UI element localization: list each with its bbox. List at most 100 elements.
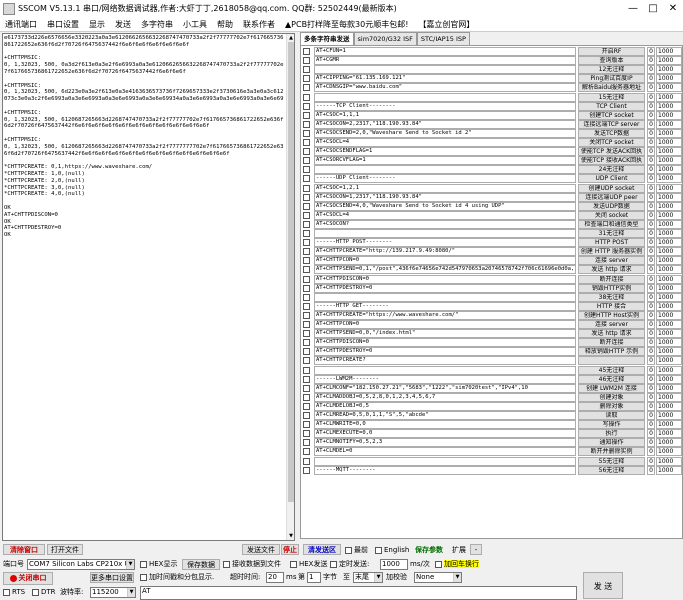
command-send-button[interactable]: 查询版本 (578, 56, 645, 66)
receive-area[interactable]: e6173733d226e6576656e3320223a0a3e6120662… (2, 33, 295, 541)
command-input[interactable]: AT+CLMWRITE=0,0 (314, 420, 576, 430)
save-params-button[interactable]: 保存参数 (415, 545, 443, 555)
command-order-input[interactable]: 0 (647, 138, 655, 147)
command-send-button[interactable]: UDP Client (578, 174, 645, 184)
command-send-button[interactable]: 释放销毁HTTP 示例 (578, 347, 645, 357)
command-order-input[interactable]: 0 (647, 174, 655, 184)
command-send-button[interactable]: 发送TCP数据 (578, 128, 645, 138)
command-send-button[interactable]: 创建UDP socket (578, 183, 645, 193)
command-send-button[interactable]: 连接远端UDP peer (578, 192, 645, 202)
command-input[interactable]: AT+CHTTPSEND=0,1,"/post",436f6e74656e742… (314, 265, 576, 275)
command-input[interactable]: AT+CLMDEL=0 (314, 447, 576, 457)
menu-display[interactable]: 显示 (84, 19, 110, 30)
command-delay-input[interactable]: 1000 (656, 56, 682, 66)
command-checkbox[interactable] (303, 321, 310, 328)
command-order-input[interactable]: 0 (647, 465, 655, 475)
command-order-input[interactable]: 0 (647, 374, 655, 384)
command-checkbox[interactable] (303, 393, 310, 401)
command-order-input[interactable]: 0 (647, 47, 655, 56)
command-send-button[interactable]: 38无注释 (578, 292, 645, 302)
command-input[interactable]: AT+CFUN=1 (314, 47, 576, 56)
command-checkbox[interactable] (303, 330, 310, 338)
command-send-button[interactable]: 断开连接 (578, 338, 645, 348)
command-checkbox[interactable] (303, 93, 310, 101)
command-delay-input[interactable]: 1000 (656, 356, 682, 366)
command-checkbox[interactable] (303, 257, 310, 265)
menu-official-site[interactable]: 【嘉立创官网】 (413, 19, 479, 30)
command-send-button[interactable]: 56无注释 (578, 465, 645, 475)
command-input[interactable]: AT+CSOCSEND=4,0,"Waveshare Send to Socke… (314, 201, 576, 211)
command-send-button[interactable]: 读取 (578, 411, 645, 420)
command-send-button[interactable]: 关闭TCP socket (578, 138, 645, 147)
command-order-input[interactable]: 0 (647, 338, 655, 348)
command-send-button[interactable]: 创建 LWM2M 连接 (578, 383, 645, 393)
command-checkbox[interactable] (303, 102, 310, 110)
recv-to-file-checkbox[interactable]: 接收数据到文件 (223, 559, 281, 569)
command-delay-input[interactable]: 1000 (656, 174, 682, 184)
command-order-input[interactable]: 0 (647, 101, 655, 111)
command-checkbox[interactable] (303, 412, 310, 419)
command-delay-input[interactable]: 1000 (656, 301, 682, 311)
command-input[interactable]: AT+CHTTPDISCON=0 (314, 338, 576, 348)
command-send-button[interactable]: 创建 HTTP 服务器实例 (578, 247, 645, 257)
command-send-button[interactable]: 24无注释 (578, 165, 645, 175)
command-send-button[interactable]: HTTP 接合 (578, 301, 645, 311)
command-order-input[interactable]: 0 (647, 119, 655, 129)
command-input[interactable]: ------HTTP POST-------- (314, 238, 576, 248)
command-order-input[interactable]: 0 (647, 65, 655, 75)
command-checkbox[interactable] (303, 421, 310, 429)
command-delay-input[interactable]: 1000 (656, 329, 682, 339)
command-send-button[interactable]: Ping测试百度IP (578, 74, 645, 84)
command-send-button[interactable]: 55无注释 (578, 456, 645, 466)
command-input[interactable] (314, 229, 576, 238)
command-delay-input[interactable]: 1000 (656, 65, 682, 75)
command-delay-input[interactable]: 1000 (656, 320, 682, 329)
command-order-input[interactable]: 0 (647, 274, 655, 284)
command-checkbox[interactable] (303, 184, 310, 192)
rts-box[interactable] (3, 588, 10, 596)
command-send-button[interactable]: 12无注释 (578, 65, 645, 75)
command-send-button[interactable]: 检查端口和通信类型 (578, 219, 645, 229)
menu-help[interactable]: 帮助 (212, 19, 238, 30)
command-delay-input[interactable]: 1000 (656, 438, 682, 448)
recv-to-file-box[interactable] (223, 560, 230, 568)
command-send-button[interactable]: 发送 http 请求 (578, 329, 645, 339)
command-checkbox[interactable] (303, 348, 310, 356)
command-send-button[interactable]: 连接 server (578, 320, 645, 329)
command-checkbox[interactable] (303, 239, 310, 247)
command-order-input[interactable]: 0 (647, 256, 655, 266)
command-checkbox[interactable] (303, 157, 310, 165)
command-delay-input[interactable]: 1000 (656, 247, 682, 257)
clear-send-button[interactable]: 清发送区 (303, 544, 341, 555)
command-delay-input[interactable]: 1000 (656, 310, 682, 320)
command-input[interactable]: ------TCP Client-------- (314, 101, 576, 111)
send-file-button[interactable]: 发送文件 (242, 544, 280, 555)
command-order-input[interactable]: 0 (647, 347, 655, 357)
command-input[interactable]: AT+CHTTPDESTROY=0 (314, 283, 576, 293)
chevron-down-icon[interactable]: ▼ (453, 573, 461, 582)
command-checkbox[interactable] (303, 357, 310, 365)
command-checkbox[interactable] (303, 284, 310, 292)
command-send-button[interactable]: 解析Baidu服务器地址 (578, 83, 645, 93)
end-select[interactable]: 末尾 ▼ (353, 572, 383, 583)
port-select[interactable]: COM7 Silicon Labs CP210x U ▼ (27, 559, 135, 570)
command-order-input[interactable]: 0 (647, 265, 655, 275)
add-timestamp-checkbox[interactable]: 加时间戳和分包显示. (140, 572, 214, 582)
command-input[interactable]: AT+CSOCON=2,2317,"118.190.93.84" (314, 119, 576, 129)
hex-display-box[interactable] (140, 560, 147, 568)
command-order-input[interactable]: 0 (647, 301, 655, 311)
command-input[interactable]: ------MQTT-------- (314, 465, 576, 475)
tab-sim7020[interactable]: sim7020/G32 ISF (353, 32, 417, 45)
command-input[interactable] (314, 65, 576, 75)
topmost-box[interactable] (345, 546, 352, 554)
hex-display-checkbox[interactable]: HEX显示 (140, 559, 177, 569)
command-delay-input[interactable]: 1000 (656, 429, 682, 439)
chevron-down-icon[interactable]: ▼ (374, 573, 382, 582)
command-delay-input[interactable]: 1000 (656, 365, 682, 375)
command-order-input[interactable]: 0 (647, 110, 655, 120)
command-input[interactable] (314, 92, 576, 102)
tab-multi-string[interactable]: 多条字符串发送 (300, 32, 354, 45)
command-input[interactable]: ------LWM2M-------- (314, 374, 576, 384)
command-checkbox[interactable] (303, 48, 310, 55)
add-crlf-box[interactable] (435, 560, 442, 568)
